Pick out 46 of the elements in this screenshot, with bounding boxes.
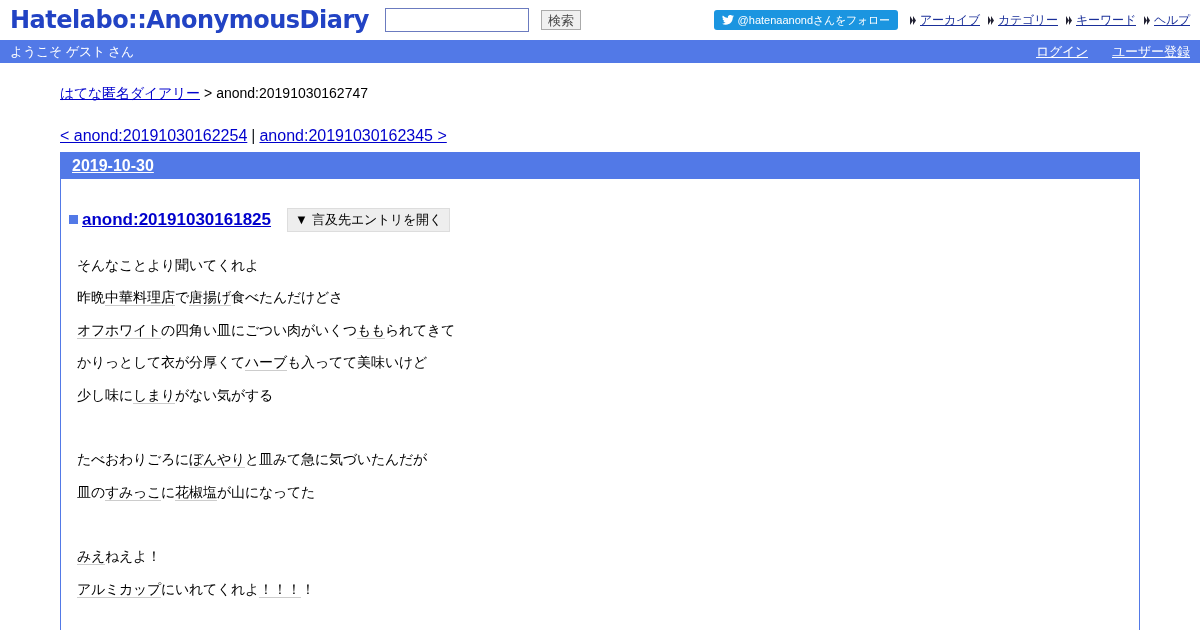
search-field[interactable]	[384, 8, 529, 32]
keyword-link[interactable]: すみっこ	[105, 483, 161, 501]
greeting-text: ようこそ ゲスト さん	[10, 42, 135, 61]
keyword-link[interactable]: ハーブ	[245, 354, 287, 371]
bird-icon	[721, 15, 734, 25]
body-text: 少し味に しまりがない気がする	[77, 385, 273, 406]
body-text: オフホワイトの四角い皿にごつい肉がいくつ もも られてきて	[77, 320, 455, 341]
expand-references-button[interactable]: ▼ 言及先エントリを開く	[287, 208, 450, 232]
body-text: たべおわりごろにぼんやり と皿みて急に気づいたんだが	[77, 450, 427, 470]
nav-link[interactable]: アーカイブ	[920, 11, 980, 29]
breadcrumb-current: anond:20191030162747	[216, 84, 368, 103]
body-text: そんなことより聞いてくれよ	[77, 255, 259, 275]
keyword-link[interactable]: オフホワイト	[77, 321, 161, 339]
site-logo[interactable]: Hatelabo::AnonymousDiary	[10, 2, 369, 38]
entry-title-link[interactable]: anond:20191030161825	[82, 207, 272, 233]
arrow-icon	[1144, 15, 1150, 25]
keyword-link[interactable]: ぼんやり	[189, 451, 245, 468]
prev-link[interactable]: < anond:20191030162254	[60, 124, 248, 148]
breadcrumb-link[interactable]: はてな匿名ダイアリー	[60, 83, 200, 104]
keyword-link[interactable]: 中華料理店	[105, 289, 175, 306]
keyword-link[interactable]: もも	[357, 321, 385, 339]
keyword-link[interactable]: 花椒塩	[175, 483, 217, 501]
square-icon	[69, 215, 78, 225]
arrow-icon	[1066, 15, 1072, 25]
body-text: みえねえよ！	[77, 547, 161, 567]
account-link[interactable]: ログイン	[1036, 41, 1088, 62]
account-link[interactable]: ユーザー登録	[1112, 41, 1190, 62]
body-text: アルミカップにいれてくれよ！！！！	[77, 579, 315, 600]
body-text: 昨晩中華料理店で唐揚げ食べたんだけどさ	[77, 288, 343, 308]
date-link[interactable]: 2019-10-30	[72, 154, 154, 178]
keyword-link[interactable]: みえ	[77, 548, 105, 565]
nav-link[interactable]: カテゴリー	[998, 11, 1058, 29]
body-text: 皿のすみっこ に花椒塩が山になってた	[77, 482, 315, 503]
keyword-link[interactable]: しまり	[133, 386, 175, 404]
keyword-link[interactable]: アルミカップ	[77, 580, 161, 598]
keyword-link[interactable]: 唐揚げ	[189, 289, 231, 306]
next-link[interactable]: anond:20191030162345 >	[259, 124, 447, 148]
body-text: かりっとして衣が分厚くてハーブも入ってて美味いけど	[77, 353, 427, 373]
search-button[interactable]: 検索	[540, 10, 581, 30]
keyword-link[interactable]: ！！！	[259, 580, 301, 598]
arrow-icon	[988, 15, 994, 25]
breadcrumb-separator: >	[204, 84, 213, 103]
pager-separator: |	[251, 126, 256, 146]
nav-link[interactable]: キーワード	[1076, 11, 1136, 29]
arrow-icon	[910, 15, 916, 25]
nav-link[interactable]: ヘルプ	[1154, 11, 1190, 29]
